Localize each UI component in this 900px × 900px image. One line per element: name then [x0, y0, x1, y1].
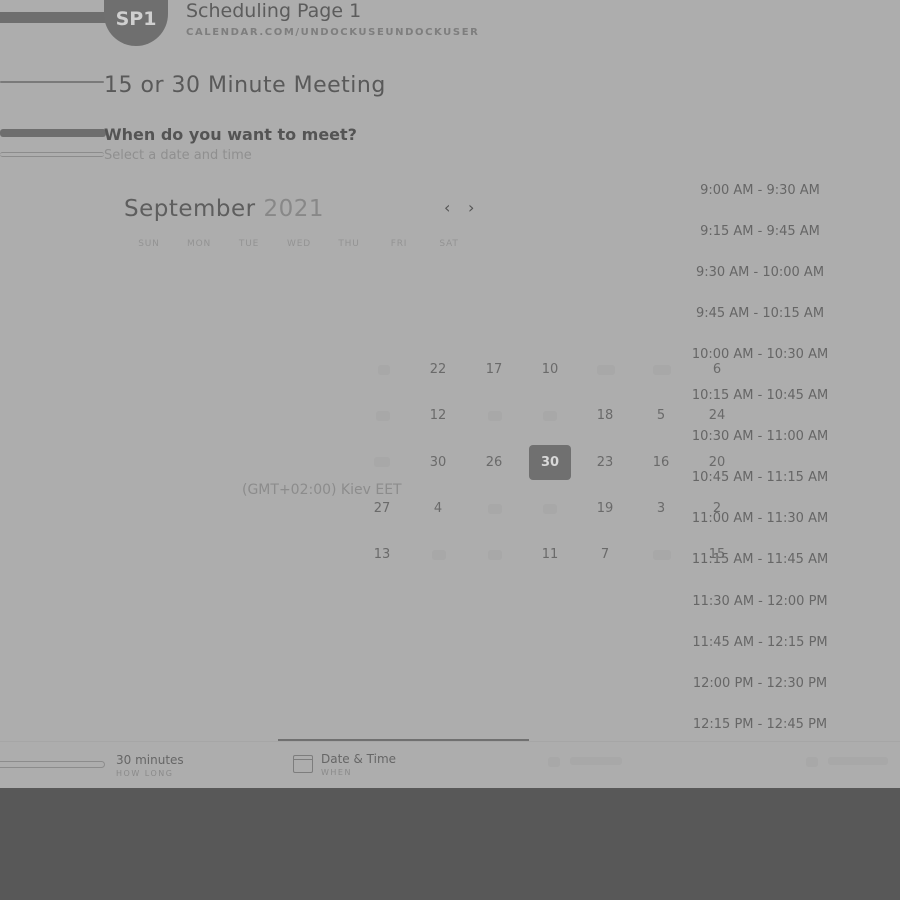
calendar-day[interactable]: 23 — [584, 446, 626, 480]
time-slot[interactable]: 11:15 AM - 11:45 AM — [680, 552, 840, 567]
day-placeholder — [653, 550, 671, 560]
time-slot[interactable]: 10:30 AM - 11:00 AM — [680, 429, 840, 444]
calendar-day[interactable]: 3 — [640, 492, 682, 526]
calendar-day[interactable]: 4 — [417, 492, 459, 526]
chevron-right-icon: › — [468, 198, 475, 217]
day-placeholder — [488, 550, 502, 560]
day-placeholder — [597, 365, 615, 375]
calendar-year: 2021 — [263, 196, 324, 222]
meeting-title: 15 or 30 Minute Meeting — [104, 73, 386, 98]
scheduling-page: SP1 Scheduling Page 1 CALENDAR.COM/UNDOC… — [0, 0, 900, 788]
weekday-label: FRI — [390, 239, 408, 249]
time-slot[interactable]: 9:15 AM - 9:45 AM — [680, 224, 840, 239]
day-placeholder — [488, 504, 502, 514]
day-placeholder — [543, 504, 557, 514]
active-step-indicator — [278, 739, 529, 741]
time-slot[interactable]: 12:00 PM - 12:30 PM — [680, 676, 840, 691]
calendar-day[interactable]: 12 — [417, 399, 459, 433]
left-decor-bar — [0, 12, 112, 23]
day-placeholder — [653, 365, 671, 375]
time-slot[interactable]: 12:15 PM - 12:45 PM — [680, 717, 840, 732]
step-placeholder — [570, 757, 622, 765]
step-placeholder — [806, 757, 818, 767]
time-slot[interactable]: 9:00 AM - 9:30 AM — [680, 183, 840, 198]
time-slot[interactable]: 9:45 AM - 10:15 AM — [680, 306, 840, 321]
calendar-day[interactable]: 10 — [529, 353, 571, 387]
calendar-day[interactable]: 13 — [361, 538, 403, 572]
day-placeholder — [432, 550, 446, 560]
calendar-day[interactable]: 16 — [640, 446, 682, 480]
calendar-day[interactable]: 22 — [417, 353, 459, 387]
step-placeholder — [548, 757, 560, 767]
calendar-day[interactable]: 5 — [640, 399, 682, 433]
left-decor-line — [0, 81, 104, 83]
time-slot[interactable]: 10:15 AM - 10:45 AM — [680, 388, 840, 403]
time-slot[interactable]: 9:30 AM - 10:00 AM — [680, 265, 840, 280]
next-month-button[interactable]: › — [468, 198, 474, 217]
weekday-label: WED — [287, 239, 311, 249]
day-placeholder — [543, 411, 557, 421]
calendar-month-label: September 2021 — [124, 196, 324, 222]
step-label: Date & Time — [321, 752, 397, 766]
footer-divider — [0, 741, 900, 742]
calendar-day[interactable]: 17 — [473, 353, 515, 387]
calendar-day[interactable]: 18 — [584, 399, 626, 433]
calendar-day[interactable]: 30 — [417, 446, 459, 480]
day-placeholder — [376, 411, 390, 421]
calendar-month: September — [124, 196, 256, 222]
left-decor-line — [0, 152, 104, 157]
step-placeholder — [828, 757, 888, 765]
section-heading: When do you want to meet? — [104, 125, 357, 144]
time-slot[interactable]: 11:00 AM - 11:30 AM — [680, 511, 840, 526]
calendar-day[interactable]: 26 — [473, 446, 515, 480]
day-placeholder — [378, 365, 390, 375]
time-slot[interactable]: 11:45 AM - 12:15 PM — [680, 635, 840, 650]
calendar-icon — [293, 755, 313, 773]
left-decor-bar — [0, 129, 106, 137]
calendar-day[interactable]: 11 — [529, 538, 571, 572]
avatar: SP1 — [104, 0, 168, 46]
step-sublabel: WHEN — [321, 768, 352, 777]
page-url[interactable]: CALENDAR.COM/UNDOCKUSEUNDOCKUSER — [186, 27, 479, 38]
weekday-label: MON — [187, 239, 211, 249]
timezone-selector[interactable]: (GMT+02:00) Kiev EET — [242, 482, 402, 498]
calendar-day[interactable]: 19 — [584, 492, 626, 526]
time-slot[interactable]: 11:30 AM - 12:00 PM — [680, 594, 840, 609]
day-placeholder — [374, 457, 390, 467]
calendar-day[interactable]: 24 — [696, 399, 738, 433]
weekday-label: SAT — [439, 239, 459, 249]
step-sublabel: HOW LONG — [116, 769, 174, 778]
weekday-label: SUN — [138, 239, 160, 249]
time-slot[interactable]: 10:00 AM - 10:30 AM — [680, 347, 840, 362]
calendar-day[interactable]: 7 — [584, 538, 626, 572]
step-icon — [0, 761, 105, 768]
day-placeholder — [488, 411, 502, 421]
page-title: Scheduling Page 1 — [186, 0, 362, 22]
time-slot[interactable]: 10:45 AM - 11:15 AM — [680, 470, 840, 485]
weekday-label: THU — [338, 239, 360, 249]
calendar-day-selected[interactable]: 30 — [529, 445, 571, 480]
weekday-label: TUE — [238, 239, 260, 249]
chevron-left-icon: ‹ — [444, 198, 451, 217]
step-label: 30 minutes — [116, 753, 184, 767]
section-hint: Select a date and time — [104, 148, 252, 163]
prev-month-button[interactable]: ‹ — [444, 198, 450, 217]
